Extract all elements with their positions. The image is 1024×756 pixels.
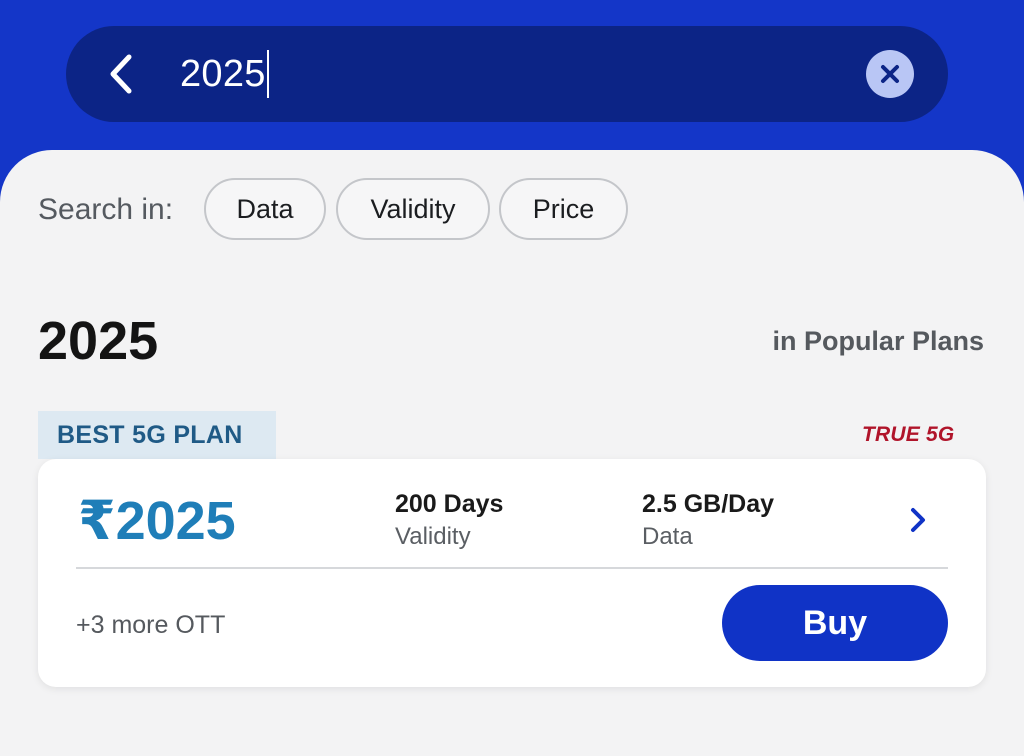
validity-value: 200 Days: [395, 490, 504, 518]
plan-price: ₹2025: [78, 491, 236, 551]
plan-details-button[interactable]: [904, 502, 932, 538]
true5g-tag: TRUE 5G: [862, 423, 955, 446]
data-label: Data: [642, 523, 693, 550]
back-button[interactable]: [100, 48, 144, 100]
validity-label: Validity: [395, 523, 471, 550]
filter-chip-validity[interactable]: Validity: [336, 178, 490, 240]
close-icon: [881, 65, 899, 83]
search-input-text: 2025: [180, 53, 266, 95]
text-caret: [266, 50, 269, 98]
chevron-right-icon: [911, 508, 925, 532]
buy-button[interactable]: Buy: [722, 585, 948, 661]
ott-more-link[interactable]: +3 more OTT: [76, 610, 225, 640]
clear-search-button[interactable]: [866, 50, 914, 98]
card-divider: [76, 567, 948, 569]
search-in-label: Search in:: [38, 193, 174, 226]
results-heading: 2025: [38, 311, 159, 371]
search-input[interactable]: 2025: [180, 50, 269, 98]
chevron-left-icon: [110, 54, 132, 94]
filter-chip-price[interactable]: Price: [499, 178, 628, 240]
filter-chip-data[interactable]: Data: [204, 178, 326, 240]
plan-badge: BEST 5G PLAN: [38, 411, 276, 459]
data-value: 2.5 GB/Day: [642, 490, 775, 518]
results-scope: in Popular Plans: [772, 326, 984, 356]
